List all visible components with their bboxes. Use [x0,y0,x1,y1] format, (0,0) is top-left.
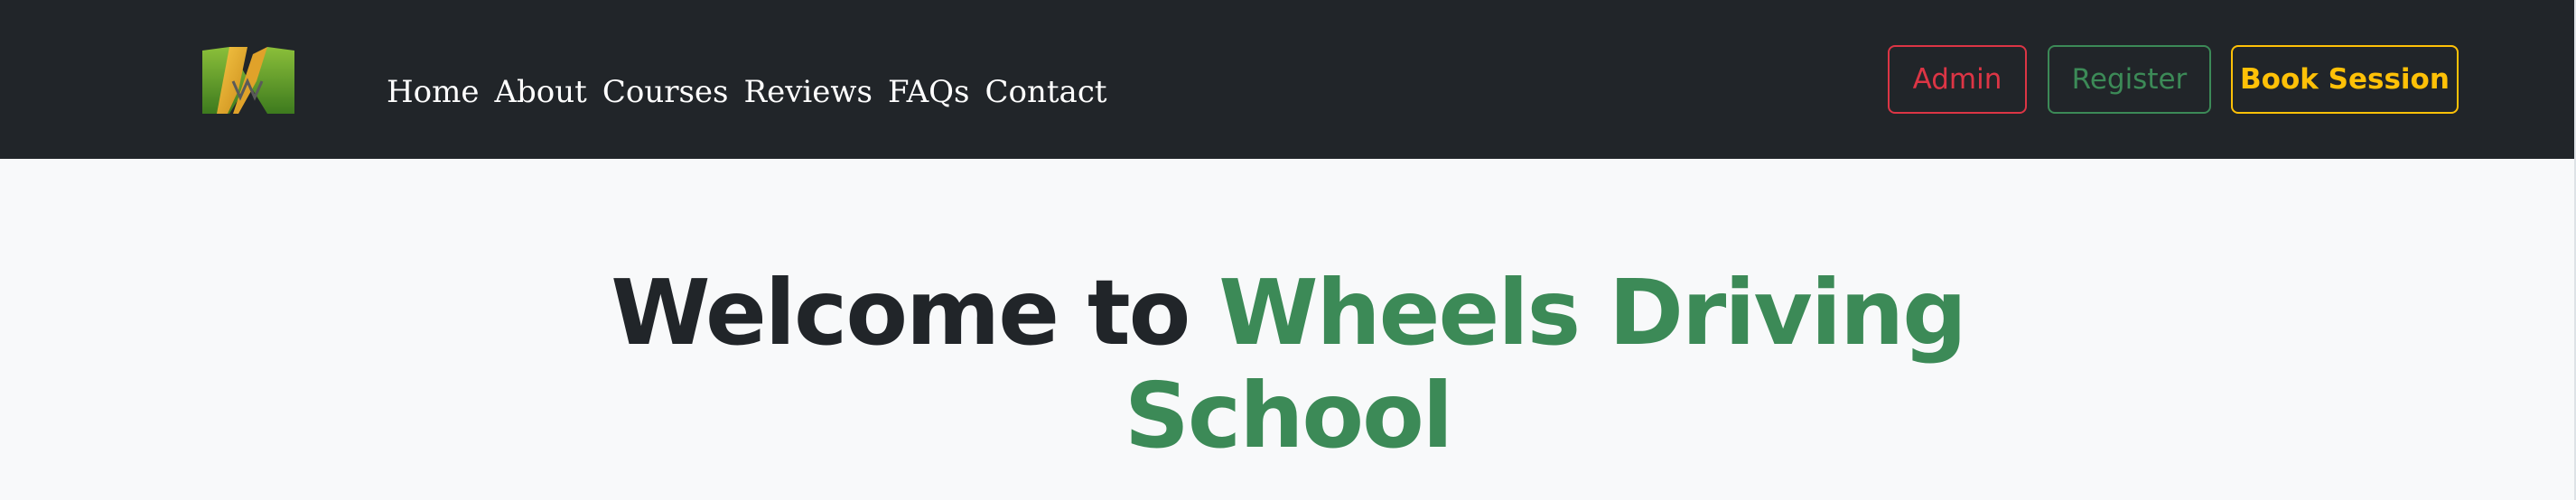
register-button[interactable]: Register [2048,45,2211,114]
nav-link-courses[interactable]: Courses [602,70,729,114]
hero-highlight-line2: School [1124,363,1453,468]
main-nav: Home About Courses Reviews FAQs Contact [387,70,1107,114]
top-navbar: Home About Courses Reviews FAQs Contact … [0,0,2576,159]
brand-logo-icon[interactable] [202,45,294,116]
nav-link-reviews[interactable]: Reviews [744,70,873,114]
nav-link-contact[interactable]: Contact [985,70,1107,114]
hero-highlight-line1: Wheels Driving [1218,260,1967,366]
nav-link-home[interactable]: Home [387,70,479,114]
hero-prefix: Welcome to [611,260,1190,366]
nav-link-faqs[interactable]: FAQs [888,70,970,114]
admin-button[interactable]: Admin [1888,45,2027,114]
nav-link-about[interactable]: About [494,70,586,114]
hero-heading: Welcome to Wheels Driving School [0,262,2576,468]
book-session-button[interactable]: Book Session [2231,45,2459,114]
